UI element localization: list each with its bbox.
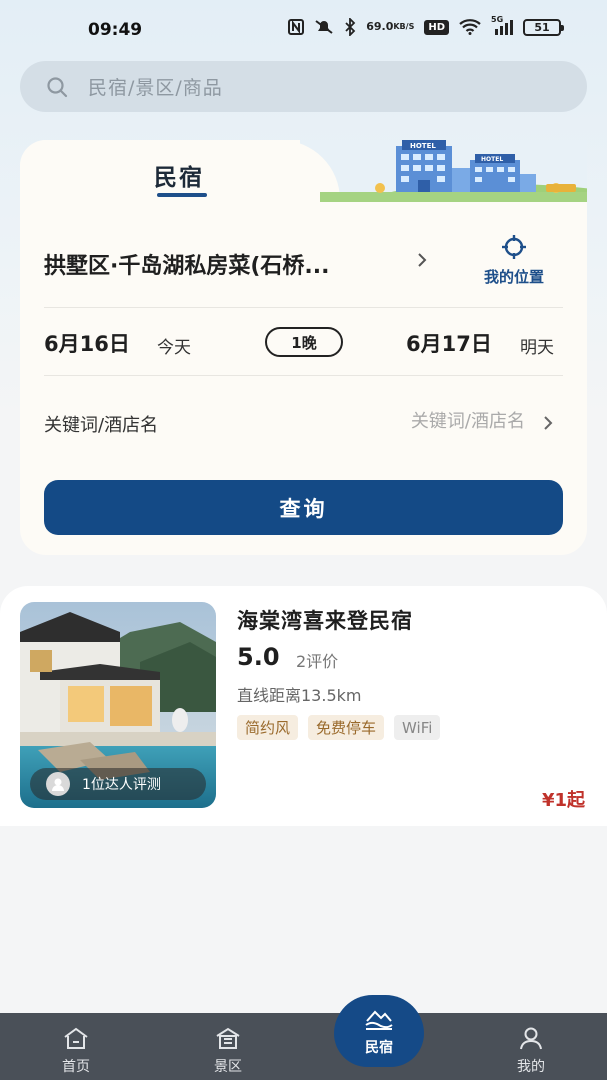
divider bbox=[44, 307, 563, 308]
status-time: 09:49 bbox=[88, 20, 143, 40]
my-location-label: 我的位置 bbox=[483, 268, 544, 286]
checkin-date[interactable]: 6月16日 bbox=[44, 328, 130, 358]
search-icon bbox=[46, 76, 68, 98]
scenic-icon bbox=[216, 1027, 240, 1049]
tab-underline bbox=[157, 193, 207, 197]
avatar-icon bbox=[46, 772, 70, 796]
divider bbox=[44, 375, 563, 376]
battery-indicator: 51 bbox=[523, 18, 564, 36]
search-placeholder: 民宿/景区/商品 bbox=[88, 77, 223, 99]
signal-type: 5G bbox=[491, 15, 504, 24]
nav-item-scenic[interactable]: 景区 bbox=[183, 1013, 273, 1080]
tag: 免费停车 bbox=[308, 715, 385, 740]
tab-homestay[interactable]: 民宿 bbox=[154, 158, 204, 192]
chevron-right-icon[interactable] bbox=[414, 250, 430, 270]
query-button[interactable]: 查询 bbox=[44, 480, 563, 535]
home-icon bbox=[64, 1027, 88, 1049]
nav-item-homestay[interactable]: 民宿 bbox=[334, 995, 424, 1067]
tag: 简约风 bbox=[237, 715, 299, 740]
listing-review-count: 2评价 bbox=[296, 652, 339, 671]
network-speed-value: 69.0 bbox=[366, 20, 394, 33]
reviewer-badge[interactable]: 1位达人评测 bbox=[30, 768, 206, 800]
checkin-day: 今天 bbox=[157, 338, 191, 358]
homestay-icon bbox=[365, 1010, 393, 1030]
date-range-selector[interactable]: 6月16日 今天 1晚 6月17日 明天 bbox=[44, 326, 563, 360]
reviewer-badge-text: 1位达人评测 bbox=[82, 777, 161, 793]
mute-icon bbox=[314, 19, 334, 35]
status-bar: 09:49 69.0 KB/S HD 5G 51 bbox=[0, 0, 607, 60]
nav-label-homestay: 民宿 bbox=[365, 1040, 393, 1056]
listing-name[interactable]: 海棠湾喜来登民宿 bbox=[237, 605, 413, 635]
wifi-icon bbox=[459, 19, 481, 35]
svg-text:HOTEL: HOTEL bbox=[410, 142, 436, 150]
nights-badge: 1晚 bbox=[265, 327, 343, 357]
checkout-date[interactable]: 6月17日 bbox=[406, 328, 492, 358]
chevron-right-icon[interactable] bbox=[541, 414, 555, 432]
nfc-icon bbox=[288, 19, 305, 35]
my-location-button[interactable]: 我的位置 bbox=[472, 234, 556, 287]
network-speed: 69.0 KB/S bbox=[366, 20, 415, 33]
signal-icon: 5G bbox=[491, 15, 513, 35]
crosshair-icon bbox=[502, 235, 526, 259]
listing-distance: 直线距离13.5km bbox=[237, 686, 362, 705]
nav-item-profile[interactable]: 我的 bbox=[486, 1013, 576, 1080]
hotel-illustration: HOTEL HOTEL bbox=[320, 140, 587, 202]
tag: WiFi bbox=[394, 715, 441, 740]
bluetooth-icon bbox=[344, 18, 356, 36]
nav-label-scenic: 景区 bbox=[214, 1059, 242, 1075]
keyword-input[interactable] bbox=[330, 411, 525, 432]
nav-item-home[interactable]: 首页 bbox=[31, 1013, 121, 1080]
listing-tags: 简约风 免费停车 WiFi bbox=[237, 715, 441, 740]
status-icons: 69.0 KB/S HD 5G 51 bbox=[288, 15, 564, 36]
listing-price: ¥1起 bbox=[541, 790, 585, 811]
nav-label-home: 首页 bbox=[62, 1059, 90, 1075]
keyword-label: 关键词/酒店名 bbox=[44, 415, 159, 436]
network-speed-unit: KB/S bbox=[393, 22, 415, 31]
svg-text:HOTEL: HOTEL bbox=[481, 156, 503, 163]
profile-icon bbox=[520, 1027, 542, 1050]
location-selector[interactable]: 拱墅区·千岛湖私房菜(石桥... bbox=[44, 248, 404, 280]
listing-rating: 5.0 bbox=[237, 643, 280, 671]
search-bar[interactable]: 民宿/景区/商品 bbox=[20, 61, 587, 112]
nav-label-profile: 我的 bbox=[517, 1059, 545, 1075]
checkout-day: 明天 bbox=[520, 338, 554, 358]
hd-badge: HD bbox=[424, 19, 449, 35]
